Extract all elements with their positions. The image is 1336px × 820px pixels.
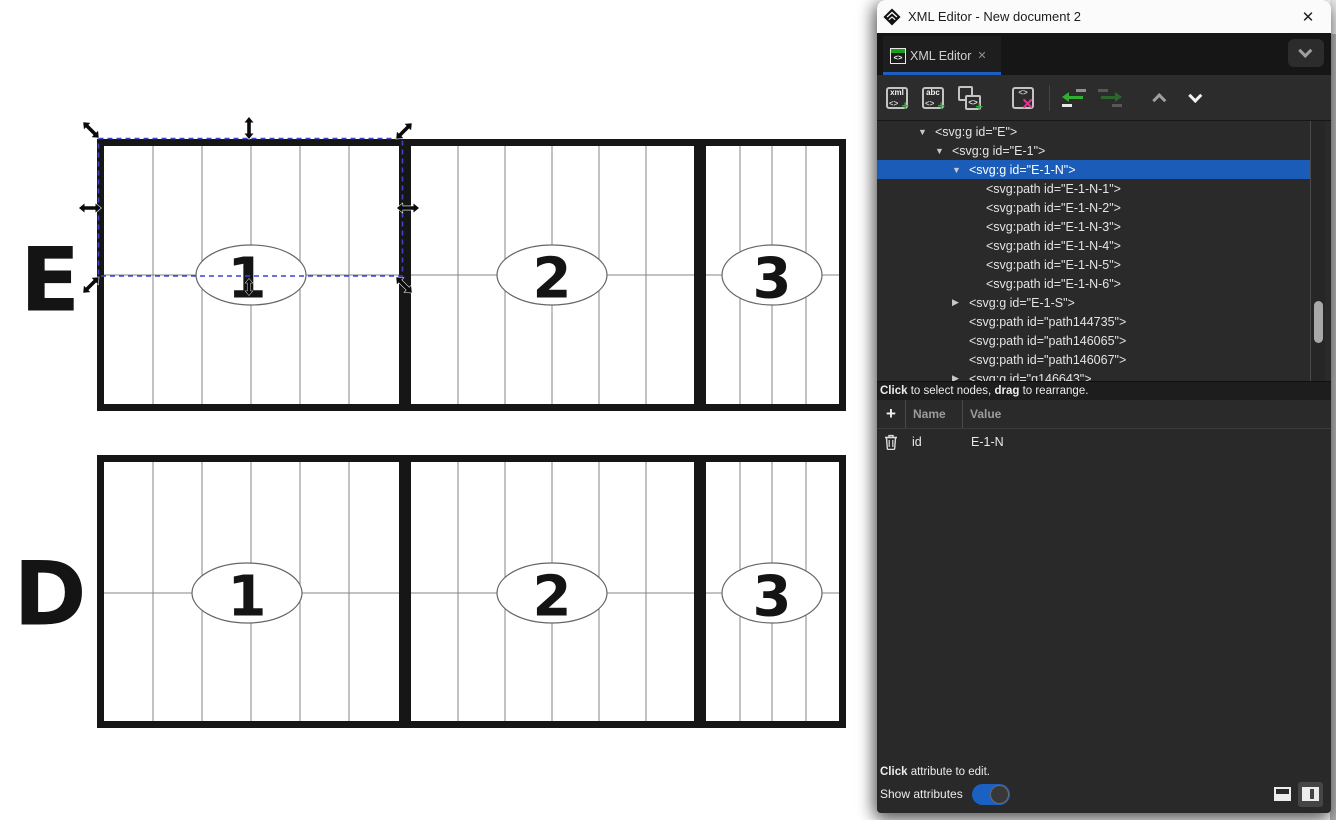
tree-node-label: <svg:path id="path144735">: [969, 315, 1126, 329]
new-text-node-button[interactable]: abc <> +: [919, 84, 947, 112]
new-element-node-button[interactable]: xml <> +: [883, 84, 911, 112]
horizontal-layout-icon: [1274, 787, 1291, 801]
section-label-d3: 3: [753, 565, 792, 630]
tree-node[interactable]: <svg:path id="E-1-N-6">: [877, 274, 1310, 293]
attribute-hint: Click attribute to edit.: [877, 763, 1331, 781]
attr-value-header: Value: [962, 400, 1331, 428]
tree-node-label: <svg:g id="g146643">: [969, 372, 1092, 382]
inkscape-logo-icon: [883, 8, 901, 26]
tree-node-label: <svg:path id="E-1-N-3">: [986, 220, 1121, 234]
duplicate-node-button[interactable]: <> +: [955, 84, 983, 112]
chevron-down-icon: [1298, 44, 1312, 58]
tree-node[interactable]: <svg:path id="path144735">: [877, 312, 1310, 331]
tree-node-label: <svg:path id="path146065">: [969, 334, 1126, 348]
expander-triangle-icon[interactable]: ▼: [935, 146, 952, 156]
tree-node[interactable]: ▼ <svg:g id="E">: [877, 122, 1310, 141]
trash-icon: [884, 434, 898, 450]
expander-triangle-icon[interactable]: ▶: [952, 297, 969, 308]
tree-hint: Click to select nodes, drag to rearrange…: [877, 382, 1331, 400]
attribute-table-empty-area: [877, 455, 1331, 763]
tree-node[interactable]: <svg:path id="E-1-N-3">: [877, 217, 1310, 236]
xml-editor-dialog: XML Editor - New document 2 ✕ <> XML Edi…: [877, 0, 1331, 813]
handle-top-center[interactable]: [245, 117, 254, 139]
tree-scrollbar-thumb[interactable]: [1314, 301, 1323, 343]
move-node-up-button[interactable]: [1146, 84, 1174, 112]
dialog-bottom-bar: Show attributes: [877, 781, 1331, 813]
tree-node[interactable]: <svg:path id="E-1-N-4">: [877, 236, 1310, 255]
section-label-d1: 1: [228, 565, 267, 630]
dialog-title: XML Editor - New document 2: [908, 9, 1293, 24]
section-label-d2: 2: [533, 565, 572, 630]
tree-node[interactable]: <svg:path id="path146065">: [877, 331, 1310, 350]
dialog-tabbar: <> XML Editor ✕: [877, 33, 1331, 75]
unindent-node-button[interactable]: [1060, 84, 1088, 112]
structure-e[interactable]: 1 2 3 E: [20, 139, 843, 411]
attr-name[interactable]: id: [905, 435, 962, 449]
tree-node-label: <svg:g id="E">: [935, 125, 1017, 139]
active-tab-underline: [883, 72, 1001, 75]
tab-xml-editor[interactable]: <> XML Editor ✕: [883, 36, 1001, 75]
section-label-e1: 1: [228, 247, 267, 312]
show-attributes-toggle[interactable]: [972, 784, 1010, 805]
indent-node-button[interactable]: [1096, 84, 1124, 112]
close-icon[interactable]: ✕: [1293, 8, 1323, 26]
add-attribute-button[interactable]: +: [877, 400, 905, 428]
xml-node-tree: ▼ <svg:g id="E"> ▼ <svg:g id="E-1"> ▼ <s…: [877, 120, 1331, 382]
tree-node[interactable]: <svg:path id="E-1-N-2">: [877, 198, 1310, 217]
row-letter-d: D: [13, 543, 86, 646]
canvas[interactable]: 1 2 3 E: [0, 0, 877, 820]
tree-node-label: <svg:g id="E-1-N">: [969, 163, 1076, 177]
handle-top-left[interactable]: [80, 119, 102, 141]
xml-editor-tab-icon: <>: [890, 48, 906, 64]
tree-node[interactable]: <svg:path id="E-1-N-5">: [877, 255, 1310, 274]
handle-left-center[interactable]: [79, 204, 101, 213]
dialog-titlebar[interactable]: XML Editor - New document 2 ✕: [877, 0, 1331, 33]
row-letter-e: E: [20, 229, 80, 332]
structure-d[interactable]: 1 2 3 D: [13, 455, 842, 728]
screen: 1 2 3 E: [0, 0, 1336, 820]
attribute-table-header: + Name Value: [877, 400, 1331, 429]
section-label-e3: 3: [753, 247, 792, 312]
delete-attribute-button[interactable]: [877, 434, 905, 450]
expander-triangle-icon[interactable]: ▼: [952, 165, 969, 175]
tab-overflow-button[interactable]: [1288, 39, 1324, 67]
tree-node[interactable]: ▶ <svg:g id="g146643">: [877, 369, 1310, 381]
tree-node-label: <svg:path id="E-1-N-5">: [986, 258, 1121, 272]
tree-node-label: <svg:path id="E-1-N-4">: [986, 239, 1121, 253]
attr-name-header: Name: [905, 400, 962, 428]
section-label-e2: 2: [533, 247, 572, 312]
toggle-knob: [990, 785, 1009, 804]
tree-node-label: <svg:path id="E-1-N-1">: [986, 182, 1121, 196]
tree-node-label: <svg:g id="E-1">: [952, 144, 1045, 158]
section-ellipses-d: 1 2 3: [192, 563, 822, 630]
tab-close-icon[interactable]: ✕: [977, 49, 986, 62]
vertical-layout-icon: [1302, 787, 1319, 801]
tree-node[interactable]: <svg:path id="path146067">: [877, 350, 1310, 369]
chevron-down-icon: [1188, 88, 1202, 102]
chevron-up-icon: [1152, 93, 1166, 107]
tree-node-label: <svg:path id="E-1-N-6">: [986, 277, 1121, 291]
move-node-down-button[interactable]: [1182, 84, 1210, 112]
tree-node-selected[interactable]: ▼ <svg:g id="E-1-N">: [877, 160, 1310, 179]
attribute-row[interactable]: id E-1-N: [877, 429, 1331, 455]
tree-node-label: <svg:g id="E-1-S">: [969, 296, 1075, 310]
xml-toolbar: xml <> + abc <> + <> + <> ✕: [877, 75, 1331, 120]
delete-node-button[interactable]: <> ✕: [1009, 84, 1037, 112]
attr-value[interactable]: E-1-N: [962, 435, 1331, 449]
handle-top-right[interactable]: [393, 120, 415, 142]
expander-triangle-icon[interactable]: ▼: [918, 127, 935, 137]
tree-node-label: <svg:path id="E-1-N-2">: [986, 201, 1121, 215]
tree-node[interactable]: ▶ <svg:g id="E-1-S">: [877, 293, 1310, 312]
expander-triangle-icon[interactable]: ▶: [952, 373, 969, 381]
show-attributes-label: Show attributes: [880, 787, 963, 801]
tree-scrollbar[interactable]: [1310, 121, 1325, 381]
layout-horizontal-button[interactable]: [1270, 782, 1295, 807]
tree-node[interactable]: ▼ <svg:g id="E-1">: [877, 141, 1310, 160]
tree-node-label: <svg:path id="path146067">: [969, 353, 1126, 367]
toolbar-separator: [1049, 85, 1050, 111]
layout-vertical-button[interactable]: [1298, 782, 1323, 807]
section-ellipses-e: 1 2 3: [196, 245, 822, 312]
tree-node[interactable]: <svg:path id="E-1-N-1">: [877, 179, 1310, 198]
tab-label: XML Editor: [910, 49, 971, 63]
